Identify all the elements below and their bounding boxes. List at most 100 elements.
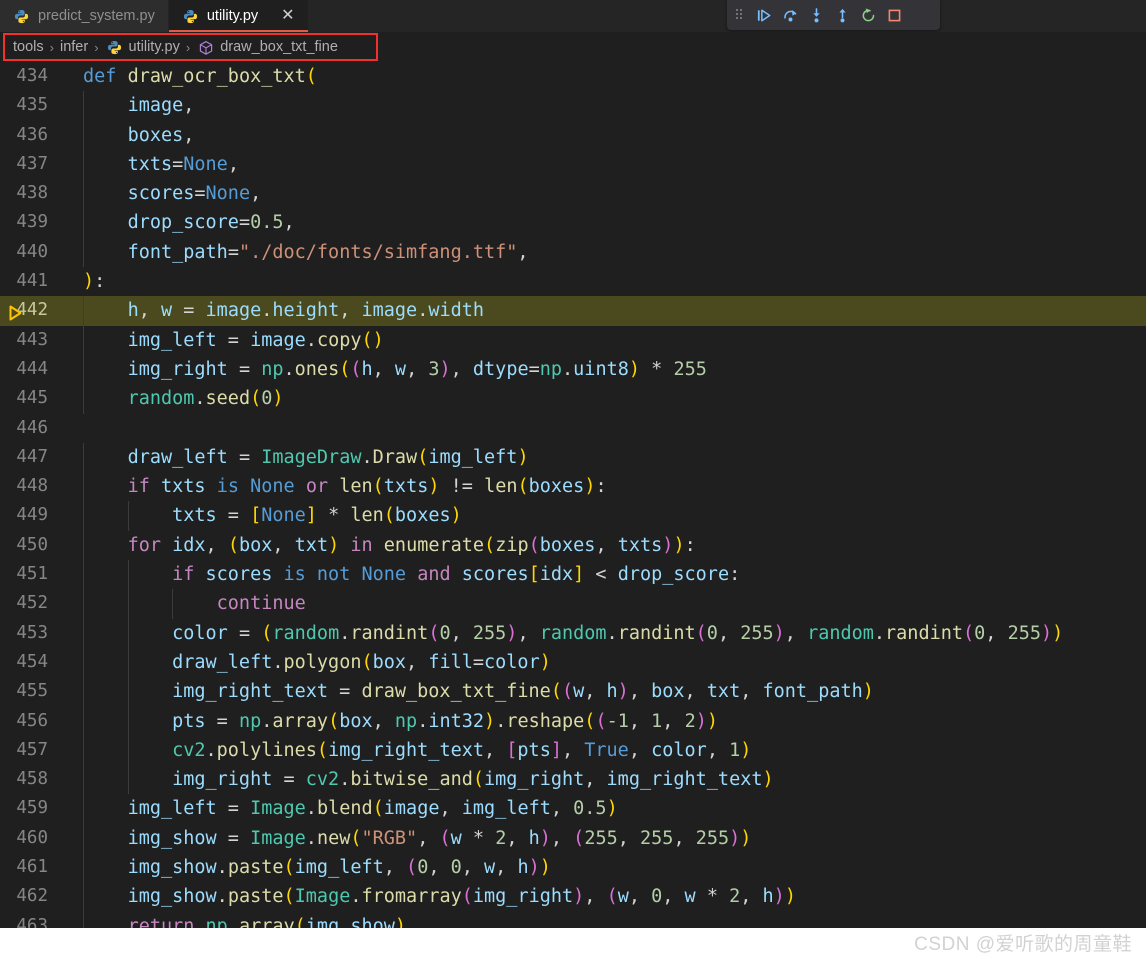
restart-icon[interactable]	[855, 0, 881, 30]
code-token: h	[762, 886, 774, 908]
code-line[interactable]: 435 image,	[0, 91, 1146, 121]
code-line[interactable]: 451 if scores is not None and scores[idx…	[0, 560, 1146, 590]
code-token: 1	[651, 710, 663, 732]
code-token: ,	[183, 95, 195, 117]
line-number: 453	[16, 622, 48, 643]
code-line[interactable]: 434 def draw_ocr_box_txt(	[0, 62, 1146, 91]
code-line[interactable]: 442 h, w = image.height, image.width	[0, 296, 1146, 326]
code-line[interactable]: 446	[0, 414, 1146, 443]
code-token: )	[773, 622, 785, 644]
code-token: ,	[662, 886, 685, 908]
code-token: 0.5	[573, 798, 607, 820]
tab-utility-py[interactable]: utility.py ✕	[168, 0, 309, 32]
code-line[interactable]: 458 img_right = cv2.bitwise_and(img_righ…	[0, 765, 1146, 795]
code-line[interactable]: 461 img_show.paste(img_left, (0, 0, w, h…	[0, 853, 1146, 883]
code-token: (	[606, 886, 618, 908]
code-token: =	[216, 827, 251, 849]
code-line[interactable]: 445 random.seed(0)	[0, 384, 1146, 414]
code-token: txt	[294, 534, 329, 556]
step-into-icon[interactable]	[803, 0, 829, 30]
code-line[interactable]: 441):	[0, 267, 1146, 296]
indent-guide	[83, 501, 84, 531]
code-line[interactable]: 452 continue	[0, 589, 1146, 619]
line-number: 441	[16, 271, 48, 292]
code-line[interactable]: 462 img_show.paste(Image.fromarray(img_r…	[0, 882, 1146, 912]
code-line[interactable]: 459 img_left = Image.blend(image, img_le…	[0, 794, 1146, 824]
code-token: font_path	[762, 681, 863, 703]
code-token: 0	[417, 857, 429, 879]
close-icon[interactable]: ✕	[281, 8, 294, 24]
code-token: ,	[372, 358, 395, 380]
code-token: polygon	[283, 651, 362, 673]
code-token: is	[216, 476, 239, 498]
code-line[interactable]: 436 boxes,	[0, 120, 1146, 150]
breadcrumb-item-utility-py[interactable]: utility.py	[129, 39, 180, 55]
code-token: =	[227, 241, 239, 263]
code-line[interactable]: 460 img_show = Image.new("RGB", (w * 2, …	[0, 823, 1146, 854]
breadcrumb-item-infer[interactable]: infer	[60, 39, 88, 55]
code-token: reshape	[506, 710, 585, 732]
code-text: img_left = Image.blend(image, img_left, …	[60, 794, 1146, 824]
code-line[interactable]: 449 txts = [None] * len(boxes)	[0, 501, 1146, 531]
step-over-icon[interactable]	[777, 0, 803, 30]
indent-guide	[83, 472, 84, 502]
breadcrumb-item-tools[interactable]: tools	[13, 39, 44, 55]
code-line[interactable]: 456 pts = np.array(box, np.int32).reshap…	[0, 706, 1146, 736]
indent-guide	[127, 677, 129, 707]
code-line[interactable]: 463 return np.array(img_show)	[0, 911, 1146, 928]
code-line[interactable]: 443 img_left = image.copy()	[0, 325, 1146, 355]
code-token: )	[762, 769, 774, 791]
tab-label: utility.py	[206, 8, 259, 24]
code-line[interactable]: 454 draw_left.polygon(box, fill=color)	[0, 647, 1146, 678]
line-number: 448	[16, 476, 48, 497]
code-editor[interactable]: 434 def draw_ocr_box_txt(435 image, 436 bo…	[0, 62, 1146, 928]
code-line[interactable]: 455 img_right_text = draw_box_txt_fine((…	[0, 677, 1146, 707]
code-token: (	[963, 622, 975, 644]
drag-handle-icon[interactable]	[727, 0, 751, 30]
code-token: idx	[539, 564, 574, 586]
code-line[interactable]: 450 for idx, (box, txt) in enumerate(zip…	[0, 530, 1146, 561]
code-line[interactable]: 444 img_right = np.ones((h, w, 3), dtype…	[0, 354, 1146, 385]
indent-guide	[83, 442, 84, 473]
code-line[interactable]: 438 scores=None,	[0, 179, 1146, 209]
code-line[interactable]: 447 draw_left = ImageDraw.Draw(img_left)	[0, 442, 1146, 473]
code-token: ,	[517, 622, 540, 644]
code-token: enumerate	[383, 534, 485, 556]
continue-icon[interactable]	[751, 0, 777, 30]
code-token: img_right_text	[172, 681, 329, 703]
code-token: *	[461, 827, 496, 849]
code-token: ,	[450, 358, 473, 380]
code-token: w	[484, 857, 496, 879]
code-token: ,	[417, 827, 440, 849]
code-text: font_path="./doc/fonts/simfang.ttf",	[60, 237, 1146, 268]
tab-predict-system-py[interactable]: predict_system.py	[0, 0, 169, 32]
indent-guide	[83, 853, 84, 883]
code-token: (	[283, 886, 295, 908]
code-line[interactable]: 448 if txts is None or len(txts) != len(…	[0, 472, 1146, 502]
code-token: =	[238, 212, 251, 234]
code-token: (	[250, 388, 262, 410]
step-out-icon[interactable]	[829, 0, 855, 30]
line-number: 437	[16, 153, 48, 174]
breadcrumb-item-draw-box-txt-fine[interactable]: draw_box_txt_fine	[220, 39, 338, 55]
code-token: draw_box_txt_fine	[361, 681, 551, 703]
code-line[interactable]: 453 color = (random.randint(0, 255), ran…	[0, 618, 1146, 648]
code-line[interactable]: 440 font_path="./doc/fonts/simfang.ttf",	[0, 237, 1146, 268]
code-line[interactable]: 437 txts=None,	[0, 149, 1146, 180]
code-token: None	[361, 564, 407, 586]
code-text: img_left = image.copy()	[60, 325, 1146, 355]
indent-guide	[127, 706, 129, 736]
code-token: drop_score	[617, 564, 730, 586]
line-number: 456	[16, 710, 48, 731]
code-token: img_left	[127, 798, 217, 820]
code-line[interactable]: 457 cv2.polylines(img_right_text, [pts],…	[0, 735, 1146, 766]
code-token: Image	[294, 886, 351, 908]
code-line[interactable]: 439 drop_score=0.5,	[0, 208, 1146, 238]
code-text: for idx, (box, txt) in enumerate(zip(box…	[60, 530, 1146, 561]
stop-icon[interactable]	[881, 0, 907, 30]
code-token: txts	[160, 476, 206, 498]
code-token: font_path	[127, 241, 228, 263]
